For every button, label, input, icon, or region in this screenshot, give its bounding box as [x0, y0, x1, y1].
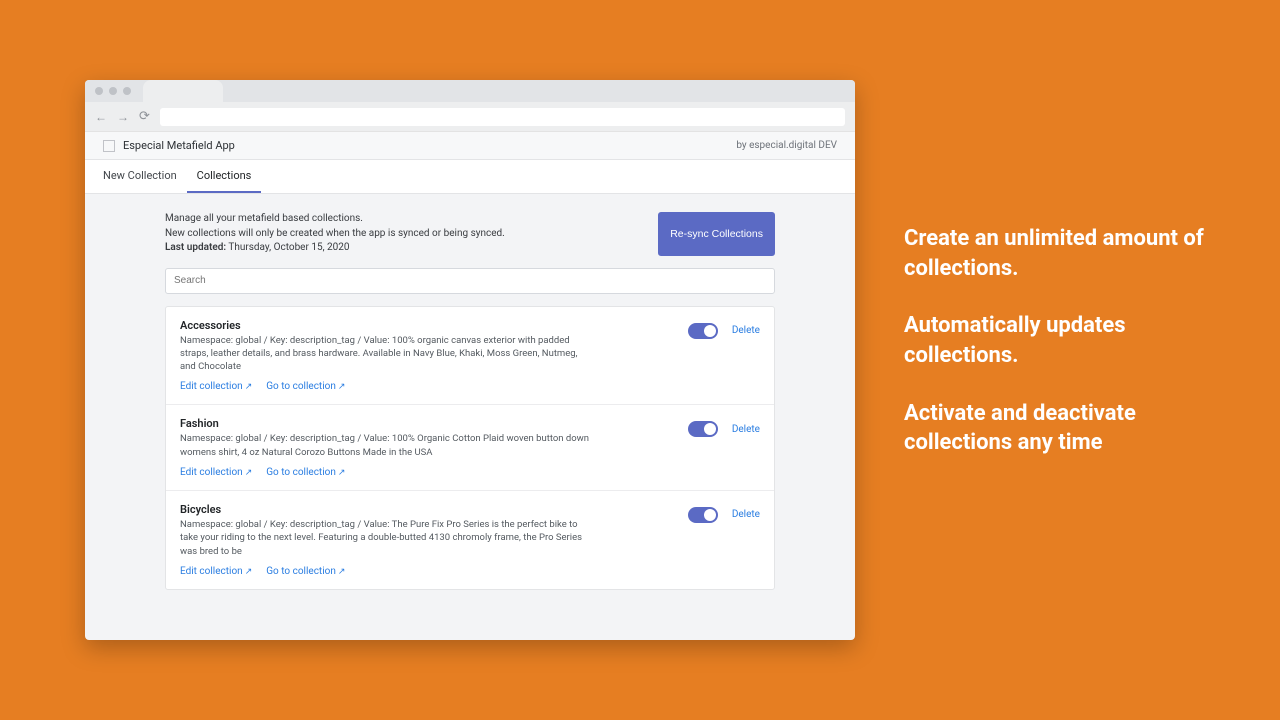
forward-icon[interactable]: →: [117, 110, 129, 124]
go-to-collection-link[interactable]: Go to collection: [266, 467, 345, 478]
address-input[interactable]: [160, 108, 845, 126]
desc-line1: Manage all your metafield based collecti…: [165, 212, 505, 227]
browser-tab-strip: [85, 80, 855, 102]
row-title: Fashion: [180, 417, 760, 430]
browser-tab[interactable]: [143, 80, 223, 102]
row-title: Bicycles: [180, 503, 760, 516]
browser-window: ← → ⟳ Especial Metafield App by especial…: [85, 80, 855, 640]
edit-collection-link[interactable]: Edit collection: [180, 381, 252, 392]
window-minimize-icon[interactable]: [109, 87, 117, 95]
row-meta: Namespace: global / Key: description_tag…: [180, 334, 590, 374]
address-bar: ← → ⟳: [85, 102, 855, 132]
page-description: Manage all your metafield based collecti…: [165, 212, 505, 256]
list-item: Fashion Namespace: global / Key: descrip…: [166, 405, 774, 491]
search-input[interactable]: [165, 268, 775, 294]
app-title: Especial Metafield App: [123, 139, 235, 152]
window-zoom-icon[interactable]: [123, 87, 131, 95]
desc-line2: New collections will only be created whe…: [165, 227, 505, 242]
app-author: by especial.digital DEV: [736, 140, 837, 151]
tab-new-collection[interactable]: New Collection: [93, 160, 187, 193]
list-item: Bicycles Namespace: global / Key: descri…: [166, 491, 774, 589]
marketing-line-2: Automatically updates collections.: [904, 311, 1224, 370]
tab-collections[interactable]: Collections: [187, 160, 262, 193]
active-toggle[interactable]: [688, 323, 718, 339]
last-updated-label: Last updated:: [165, 242, 226, 253]
row-meta: Namespace: global / Key: description_tag…: [180, 432, 590, 459]
app-header: Especial Metafield App by especial.digit…: [85, 132, 855, 160]
delete-link[interactable]: Delete: [732, 509, 760, 520]
marketing-line-3: Activate and deactivate collections any …: [904, 399, 1224, 458]
marketing-copy: Create an unlimited amount of collection…: [904, 224, 1224, 486]
marketing-line-1: Create an unlimited amount of collection…: [904, 224, 1224, 283]
delete-link[interactable]: Delete: [732, 424, 760, 435]
row-meta: Namespace: global / Key: description_tag…: [180, 518, 590, 558]
last-updated-value: Thursday, October 15, 2020: [228, 242, 349, 253]
row-title: Accessories: [180, 319, 760, 332]
active-toggle[interactable]: [688, 507, 718, 523]
page-content: Manage all your metafield based collecti…: [85, 194, 855, 600]
active-toggle[interactable]: [688, 421, 718, 437]
edit-collection-link[interactable]: Edit collection: [180, 467, 252, 478]
back-icon[interactable]: ←: [95, 110, 107, 124]
resync-button[interactable]: Re-sync Collections: [658, 212, 775, 256]
window-close-icon[interactable]: [95, 87, 103, 95]
list-item: Accessories Namespace: global / Key: des…: [166, 307, 774, 406]
collections-list: Accessories Namespace: global / Key: des…: [165, 306, 775, 590]
edit-collection-link[interactable]: Edit collection: [180, 566, 252, 577]
go-to-collection-link[interactable]: Go to collection: [266, 566, 345, 577]
delete-link[interactable]: Delete: [732, 325, 760, 336]
app-icon: [103, 140, 115, 152]
refresh-icon[interactable]: ⟳: [139, 109, 150, 124]
page-tabs: New Collection Collections: [85, 160, 855, 194]
go-to-collection-link[interactable]: Go to collection: [266, 381, 345, 392]
